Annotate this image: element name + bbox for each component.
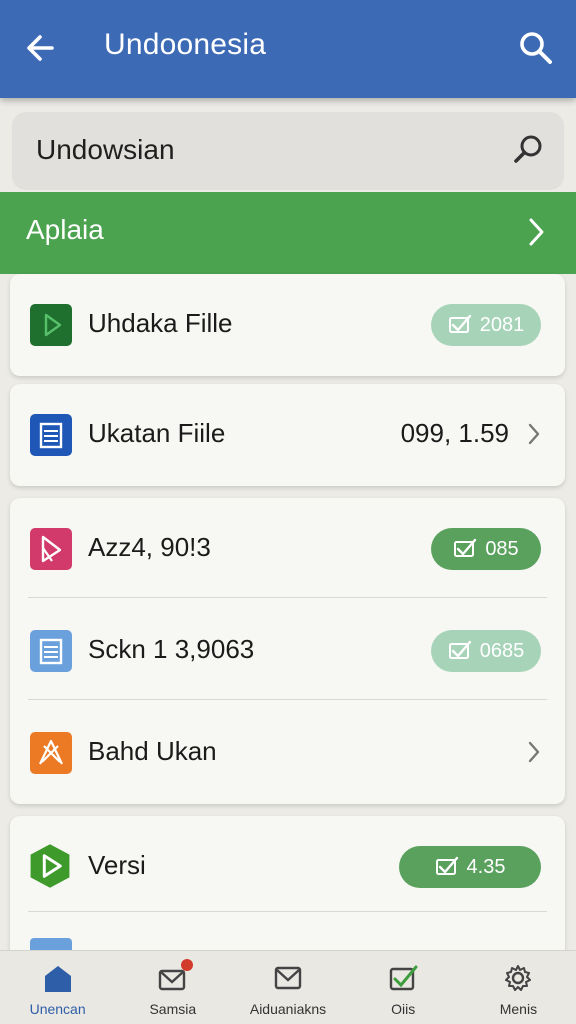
item-label: Versi bbox=[88, 850, 146, 880]
divider bbox=[28, 699, 547, 700]
list-item[interactable]: Uhdaka Fille 2081 bbox=[10, 274, 565, 376]
status-badge: 085 bbox=[431, 528, 541, 570]
app-bar: Undoonesia bbox=[0, 0, 576, 98]
list-item[interactable]: Sckn 1 3,9063 0685 bbox=[10, 600, 565, 702]
nav-label: Unencan bbox=[29, 1001, 86, 1017]
green-play-icon bbox=[30, 844, 70, 888]
status-badge: 0685 bbox=[431, 630, 541, 672]
arrow-left-icon[interactable] bbox=[22, 28, 60, 68]
status-badge: 4.35 bbox=[399, 846, 541, 888]
nav-label: Samsia bbox=[149, 1001, 197, 1017]
check-mail-icon bbox=[435, 856, 458, 875]
search-icon[interactable] bbox=[512, 132, 548, 168]
nav-label: Aiduaniakns bbox=[249, 1001, 327, 1017]
badge-value: 0685 bbox=[479, 639, 525, 662]
checkbox-icon bbox=[390, 965, 418, 991]
nav-item-menis[interactable]: Menis bbox=[461, 951, 576, 1024]
notification-dot bbox=[180, 959, 193, 971]
mail-icon bbox=[274, 966, 302, 990]
check-mail-icon bbox=[448, 640, 471, 659]
item-label: Uhdaka Fille bbox=[88, 308, 233, 338]
divider bbox=[28, 597, 547, 598]
status-badge: 2081 bbox=[431, 304, 541, 346]
list-item[interactable]: Ukatan Fiile 099, 1.59 bbox=[10, 384, 565, 486]
file-card: Uhdaka Fille 2081 bbox=[10, 274, 565, 376]
document-icon bbox=[30, 630, 72, 672]
check-mail-icon bbox=[448, 314, 471, 333]
file-card: Ukatan Fiile 099, 1.59 bbox=[10, 384, 565, 486]
page-title: Undoonesia bbox=[104, 28, 267, 61]
nav-item-home[interactable]: Unencan bbox=[0, 951, 115, 1024]
list-item[interactable]: Versi 4.35 bbox=[10, 816, 565, 918]
bottom-navigation: Unencan Samsia Aiduaniakns Oiis Menis bbox=[0, 950, 576, 1024]
chevron-right-icon bbox=[528, 741, 540, 763]
document-icon bbox=[30, 414, 72, 456]
item-label: Bahd Ukan bbox=[88, 736, 217, 766]
nav-label: Menis bbox=[499, 1001, 538, 1017]
orange-app-icon bbox=[30, 732, 72, 774]
item-value: 099, 1.59 bbox=[400, 418, 509, 448]
play-file-icon bbox=[30, 304, 72, 346]
home-icon bbox=[44, 966, 71, 992]
divider bbox=[28, 911, 547, 912]
search-field[interactable]: Undowsian bbox=[12, 112, 564, 190]
section-label: Aplaia bbox=[26, 214, 104, 245]
badge-value: 4.35 bbox=[466, 855, 506, 878]
list-item[interactable]: Azz4, 90!3 085 bbox=[10, 498, 565, 600]
search-input[interactable]: Undowsian bbox=[36, 134, 175, 166]
chevron-right-icon bbox=[529, 218, 544, 246]
search-icon[interactable] bbox=[516, 28, 556, 68]
nav-item-oiis[interactable]: Oiis bbox=[346, 951, 461, 1024]
gear-icon bbox=[505, 965, 532, 991]
item-label: Azz4, 90!3 bbox=[88, 532, 211, 562]
item-label: Sckn 1 3,9063 bbox=[88, 634, 255, 664]
file-card: Azz4, 90!3 085 Sckn 1 3,9063 0685 Bahd U… bbox=[10, 498, 565, 804]
section-header[interactable]: Aplaia bbox=[0, 192, 576, 274]
badge-value: 085 bbox=[485, 537, 519, 560]
nav-label: Oiis bbox=[391, 1001, 416, 1017]
badge-value: 2081 bbox=[479, 313, 525, 336]
nav-item-aiduaniakns[interactable]: Aiduaniakns bbox=[230, 951, 345, 1024]
list-item[interactable]: Bahd Ukan bbox=[10, 702, 565, 804]
pink-app-icon bbox=[30, 528, 72, 570]
nav-item-samsia[interactable]: Samsia bbox=[115, 951, 230, 1024]
item-label: Ukatan Fiile bbox=[88, 418, 226, 448]
check-mail-icon bbox=[454, 538, 477, 557]
chevron-right-icon bbox=[528, 423, 540, 445]
